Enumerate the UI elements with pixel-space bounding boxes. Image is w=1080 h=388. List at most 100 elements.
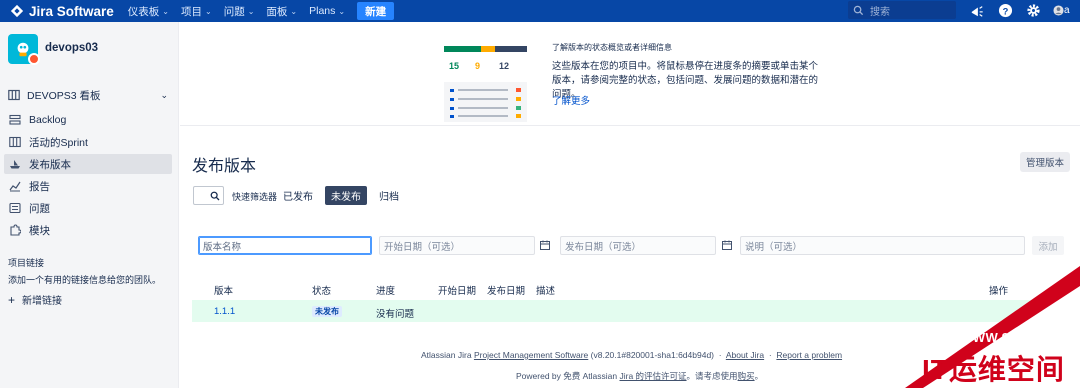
sidebar-item-label: 发布版本 (29, 158, 71, 171)
notifications-icon[interactable] (968, 2, 985, 19)
board-icon (8, 89, 20, 101)
about-jira-link[interactable]: About Jira (726, 350, 764, 360)
nav-projects-label: 项目 (181, 5, 202, 18)
sidebar-item-components[interactable]: 模块 (4, 220, 172, 240)
project-links-hint: 添加一个有用的链接信息给您的团队。 (8, 275, 162, 285)
jira-logo-text: Jira Software (29, 3, 114, 19)
add-version-button[interactable]: 添加 (1032, 236, 1064, 255)
create-button[interactable]: 新建 (357, 2, 395, 20)
backlog-icon (9, 114, 21, 125)
release-illustration-icon: 15 9 12 (444, 46, 527, 122)
nav-issues[interactable]: 问题 ⌄ (218, 0, 261, 22)
chevron-down-icon: ⌄ (338, 6, 346, 16)
evaluation-license-link[interactable]: Jira 的评估许可证 (619, 371, 686, 381)
release-date-input[interactable]: 发布日期（可选） (560, 236, 716, 255)
nav-boards[interactable]: 面板 ⌄ (260, 0, 303, 22)
search-icon (210, 191, 220, 200)
version-link[interactable]: 1.1.1 (214, 306, 235, 317)
sidebar-item-label: 活动的Sprint (29, 136, 88, 149)
footer-mid: 。请考虑使用 (686, 371, 738, 381)
page-title: 发布版本 (192, 158, 257, 175)
board-selector[interactable]: DEVOPS3 看板 ⌄ (8, 86, 168, 104)
footer-line-1: Atlassian Jira Project Management Softwa… (421, 350, 843, 360)
project-type-badge-icon (28, 53, 40, 65)
sidebar: devops03 DEVOPS3 看板 ⌄ Backlog 活动的Sprint … (0, 22, 179, 388)
sidebar-item-label: 问题 (29, 202, 50, 215)
description-input[interactable]: 说明（可选） (740, 236, 1025, 255)
nav-dashboards[interactable]: 仪表板 ⌄ (122, 0, 175, 22)
column-header-progress[interactable]: 进度 (376, 283, 395, 297)
sidebar-item-active-sprint[interactable]: 活动的Sprint (4, 132, 172, 152)
sidebar-item-label: 模块 (29, 224, 50, 237)
chevron-down-icon: ⌄ (290, 6, 298, 16)
watermark-text: IT运维空间 (922, 354, 1065, 385)
sidebar-item-label: 报告 (29, 180, 50, 193)
learn-more-link[interactable]: 了解更多 (552, 93, 590, 107)
chevron-down-icon: ⌄ (160, 89, 168, 100)
filter-search-input[interactable] (193, 186, 224, 205)
nav-plans-label: Plans (309, 5, 336, 17)
footer-version: (v8.20.1#820001-sha1:6d4b94d) (590, 350, 715, 360)
chevron-down-icon: ⌄ (162, 6, 169, 16)
column-header-version[interactable]: 版本 (214, 283, 233, 297)
watermark-url: WWW.94IP.COM (960, 330, 1065, 345)
footer-product: Atlassian Jira (421, 350, 472, 360)
add-link-button[interactable]: + 新增链接 (8, 292, 63, 308)
start-date-input[interactable]: 开始日期（可选） (379, 236, 535, 255)
footer-pm-link[interactable]: Project Management Software (474, 350, 588, 360)
nav-projects[interactable]: 项目 ⌄ (175, 0, 218, 22)
illus-todo-count: 12 (499, 61, 509, 71)
banner-subtitle: 了解版本的状态概览或者详细信息 (552, 43, 672, 52)
column-header-release-date[interactable]: 发布日期 (487, 283, 525, 297)
search-input[interactable]: 搜索 (848, 1, 956, 19)
purchase-link[interactable]: 购买 (738, 371, 755, 381)
sidebar-item-backlog[interactable]: Backlog (4, 110, 172, 130)
avatar-icon (1053, 5, 1064, 16)
column-header-status[interactable]: 状态 (312, 283, 331, 297)
ship-icon (10, 160, 20, 169)
calendar-icon[interactable] (540, 240, 550, 250)
user-avatar[interactable]: a (1053, 2, 1077, 19)
filter-unreleased[interactable]: 未发布 (325, 186, 367, 205)
filter-archived[interactable]: 归档 (374, 186, 404, 205)
search-placeholder: 搜索 (870, 6, 890, 18)
sidebar-item-label: Backlog (29, 114, 67, 126)
chevron-down-icon: ⌄ (205, 6, 212, 16)
project-name[interactable]: devops03 (45, 42, 98, 54)
report-problem-link[interactable]: Report a problem (776, 350, 842, 360)
svg-text:?: ? (1003, 6, 1009, 16)
filter-released[interactable]: 已发布 (280, 186, 316, 205)
add-link-label: 新增链接 (22, 296, 63, 307)
puzzle-icon (10, 224, 21, 236)
footer-powered: Powered by 免费 Atlassian (516, 371, 618, 381)
sidebar-item-releases[interactable]: 发布版本 (4, 154, 172, 174)
settings-gear-icon[interactable] (1025, 2, 1042, 19)
search-icon (853, 5, 864, 15)
issues-icon (9, 202, 21, 214)
illus-done-count: 15 (449, 61, 459, 71)
calendar-icon[interactable] (722, 240, 732, 250)
manage-versions-button[interactable]: 管理版本 (1020, 152, 1070, 172)
info-banner: 15 9 12 了解版本的状态概览或者详细信息 这些版本在您的项目中。将鼠标悬停… (180, 22, 1080, 126)
progress-text: 没有问题 (376, 309, 415, 320)
nav-plans[interactable]: Plans ⌄ (303, 0, 351, 22)
jira-logo-icon (10, 4, 24, 18)
sidebar-item-issues[interactable]: 问题 (4, 198, 172, 218)
board-icon (9, 136, 21, 148)
nav-boards-label: 面板 (266, 5, 288, 18)
jira-logo[interactable]: Jira Software (0, 0, 122, 22)
sidebar-item-reports[interactable]: 报告 (4, 176, 172, 196)
avatar-text: a (1064, 5, 1070, 16)
help-icon[interactable]: ? (997, 2, 1014, 19)
version-name-input[interactable]: 版本名称 (198, 236, 372, 255)
quick-filter-label: 快速筛选器 (232, 192, 278, 202)
banner-description: 这些版本在您的项目中。将鼠标悬停在进度条的摘要或单击某个版本，请参阅完整的状态，… (552, 61, 819, 100)
status-badge: 未发布 (312, 306, 342, 317)
column-header-start-date[interactable]: 开始日期 (438, 283, 476, 297)
footer-end: 。 (754, 371, 764, 381)
column-header-description[interactable]: 描述 (536, 283, 555, 297)
chevron-down-icon: ⌄ (247, 6, 255, 16)
project-links-title: 项目链接 (8, 258, 45, 268)
nav-dashboards-label: 仪表板 (127, 5, 160, 18)
footer-line-2: Powered by 免费 Atlassian Jira 的评估许可证。请考虑使… (516, 370, 763, 382)
